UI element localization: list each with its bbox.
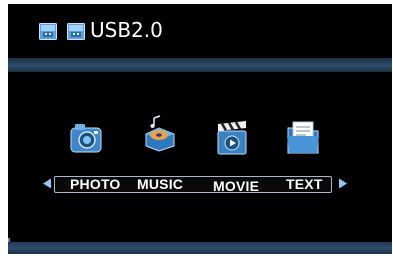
usb-device-icon [39,23,57,40]
usb-device-icon [67,23,85,40]
menu-item-text[interactable]: TEXT [286,175,323,193]
title-bar: USB2.0 [8,4,392,58]
document-folder-icon[interactable] [284,118,322,156]
media-player-screen: USB2.0 PHOTO MUSIC MOVIE TEXT [8,4,392,254]
music-disc-icon[interactable] [140,114,178,152]
camera-icon[interactable] [67,118,105,156]
header-divider-band [8,58,392,72]
menu-item-music[interactable]: MUSIC [137,175,183,193]
device-title: USB2.0 [90,18,163,42]
arrow-right-icon[interactable] [338,178,348,189]
clapperboard-icon[interactable] [213,118,251,156]
menu-item-photo[interactable]: PHOTO [70,175,121,193]
footer-band [8,242,392,254]
menu-item-movie[interactable]: MOVIE [213,177,259,195]
arrow-left-icon[interactable] [42,178,52,189]
